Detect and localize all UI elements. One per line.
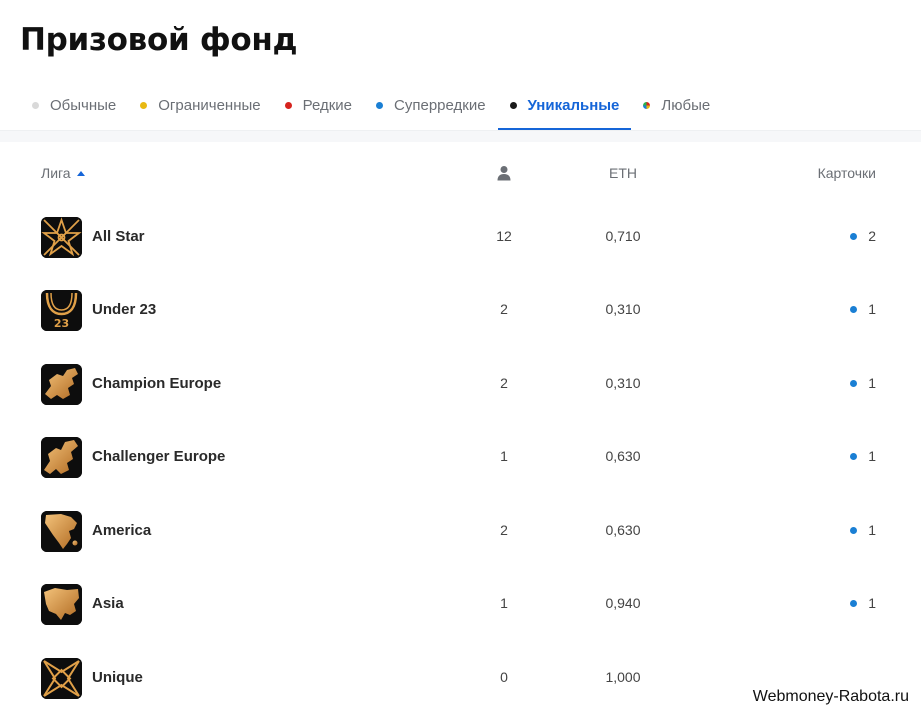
watermark: Webmoney-Rabota.ru — [748, 686, 913, 708]
cards-value: 1 — [868, 448, 876, 464]
page-title: Призовой фонд — [20, 22, 298, 58]
all-star-logo-icon — [41, 217, 82, 258]
tab-any[interactable]: Любые — [631, 80, 722, 130]
unique-card-dot-icon — [850, 305, 858, 313]
tab-label: Обычные — [50, 96, 117, 114]
league-name[interactable]: Asia — [92, 595, 124, 612]
league-column-header[interactable]: Лига — [41, 165, 85, 181]
eth-value: 0,310 — [605, 301, 641, 317]
cards-value: 1 — [868, 522, 876, 538]
cards-value: 1 — [868, 375, 876, 391]
cards-count: 1 — [850, 375, 876, 391]
rare-dot-icon — [284, 101, 292, 109]
sort-ascending-icon — [76, 170, 85, 176]
champion-europe-logo-icon — [41, 364, 82, 405]
eth-value: 1,000 — [605, 669, 641, 685]
tab-rare[interactable]: Редкие — [273, 80, 364, 130]
table-row[interactable]: America 2 0,630 1 — [0, 501, 921, 574]
unique-card-dot-icon — [850, 379, 858, 387]
players-count: 2 — [500, 522, 508, 538]
cards-count: 1 — [850, 522, 876, 538]
unique-logo-icon — [41, 658, 82, 699]
any-dot-icon — [643, 101, 651, 109]
eth-column-header[interactable]: ETH — [595, 165, 651, 181]
league-name[interactable]: America — [92, 522, 151, 539]
cards-count: 1 — [850, 448, 876, 464]
unique-card-dot-icon — [850, 599, 858, 607]
eth-value: 0,630 — [605, 522, 641, 538]
table-row[interactable]: Challenger Europe 1 0,630 1 — [0, 427, 921, 500]
league-name[interactable]: Unique — [92, 669, 143, 686]
cards-count: 1 — [850, 595, 876, 611]
asia-logo-icon — [41, 584, 82, 625]
svg-text:23: 23 — [54, 317, 69, 330]
under-23-logo-icon: 23 — [41, 290, 82, 331]
unique-dot-icon — [509, 101, 517, 109]
unique-card-dot-icon — [850, 232, 858, 240]
tab-label: Уникальные — [527, 96, 620, 114]
tab-common[interactable]: Обычные — [20, 80, 128, 130]
super-rare-dot-icon — [376, 101, 384, 109]
tab-unique[interactable]: Уникальные — [497, 80, 632, 130]
players-count: 2 — [500, 375, 508, 391]
table-row[interactable]: Champion Europe 2 0,310 1 — [0, 354, 921, 427]
table-row[interactable]: Asia 1 0,940 1 — [0, 574, 921, 647]
eth-value: 0,630 — [605, 448, 641, 464]
cards-column-header[interactable]: Карточки — [818, 165, 876, 181]
tab-label: Редкие — [302, 96, 353, 114]
cards-count: 2 — [850, 228, 876, 244]
players-count: 0 — [500, 669, 508, 685]
cards-value: 1 — [868, 301, 876, 317]
players-count: 12 — [496, 228, 512, 244]
common-dot-icon — [32, 101, 39, 109]
league-name[interactable]: Challenger Europe — [92, 448, 225, 465]
challenger-europe-logo-icon — [41, 437, 82, 478]
league-name[interactable]: All Star — [92, 228, 145, 245]
table-header: Лига ETH Карточки — [0, 158, 921, 188]
players-column-header[interactable] — [496, 165, 512, 181]
players-count: 2 — [500, 301, 508, 317]
rarity-tabs: Обычные Ограниченные Редкие Суперредкие … — [20, 80, 921, 130]
eth-value: 0,310 — [605, 375, 641, 391]
cards-count: 1 — [850, 301, 876, 317]
tab-limited[interactable]: Ограниченные — [128, 80, 272, 130]
players-count: 1 — [500, 448, 508, 464]
league-name[interactable]: Champion Europe — [92, 375, 221, 392]
table-row[interactable]: All Star 12 0,710 2 — [0, 207, 921, 280]
person-icon — [497, 166, 511, 181]
tab-label: Любые — [661, 96, 711, 114]
tab-super-rare[interactable]: Суперредкие — [364, 80, 498, 130]
league-name[interactable]: Under 23 — [92, 301, 156, 318]
tab-label: Ограниченные — [158, 96, 261, 114]
america-logo-icon — [41, 511, 82, 552]
limited-dot-icon — [140, 101, 148, 109]
table-row[interactable]: 23 Under 23 2 0,310 1 — [0, 280, 921, 353]
league-header-label: Лига — [41, 165, 71, 181]
unique-card-dot-icon — [850, 452, 858, 460]
section-divider — [0, 130, 921, 142]
cards-value: 2 — [868, 228, 876, 244]
unique-card-dot-icon — [850, 526, 858, 534]
players-count: 1 — [500, 595, 508, 611]
eth-value: 0,940 — [605, 595, 641, 611]
tab-label: Суперредкие — [394, 96, 486, 114]
eth-value: 0,710 — [605, 228, 641, 244]
cards-value: 1 — [868, 595, 876, 611]
